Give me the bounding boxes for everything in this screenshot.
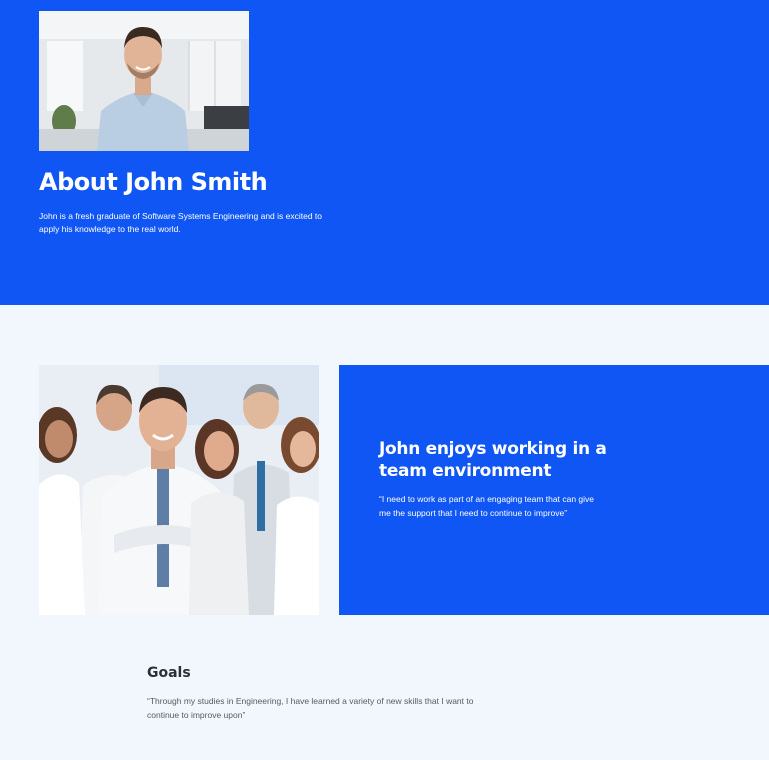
john-portrait-image <box>39 11 249 151</box>
page-title: About John Smith <box>39 168 268 196</box>
team-environment-card: John enjoys working in a team environmen… <box>339 365 769 615</box>
hero-section: About John Smith John is a fresh graduat… <box>0 0 769 305</box>
team-photo-image <box>39 365 319 615</box>
goals-heading: Goals <box>147 665 191 681</box>
hero-description: John is a fresh graduate of Software Sys… <box>39 211 323 234</box>
team-environment-quote: “I need to work as part of an engaging t… <box>379 494 594 518</box>
goals-quote: “Through my studies in Engineering, I ha… <box>147 696 474 720</box>
team-environment-heading: John enjoys working in a team environmen… <box>379 439 607 481</box>
